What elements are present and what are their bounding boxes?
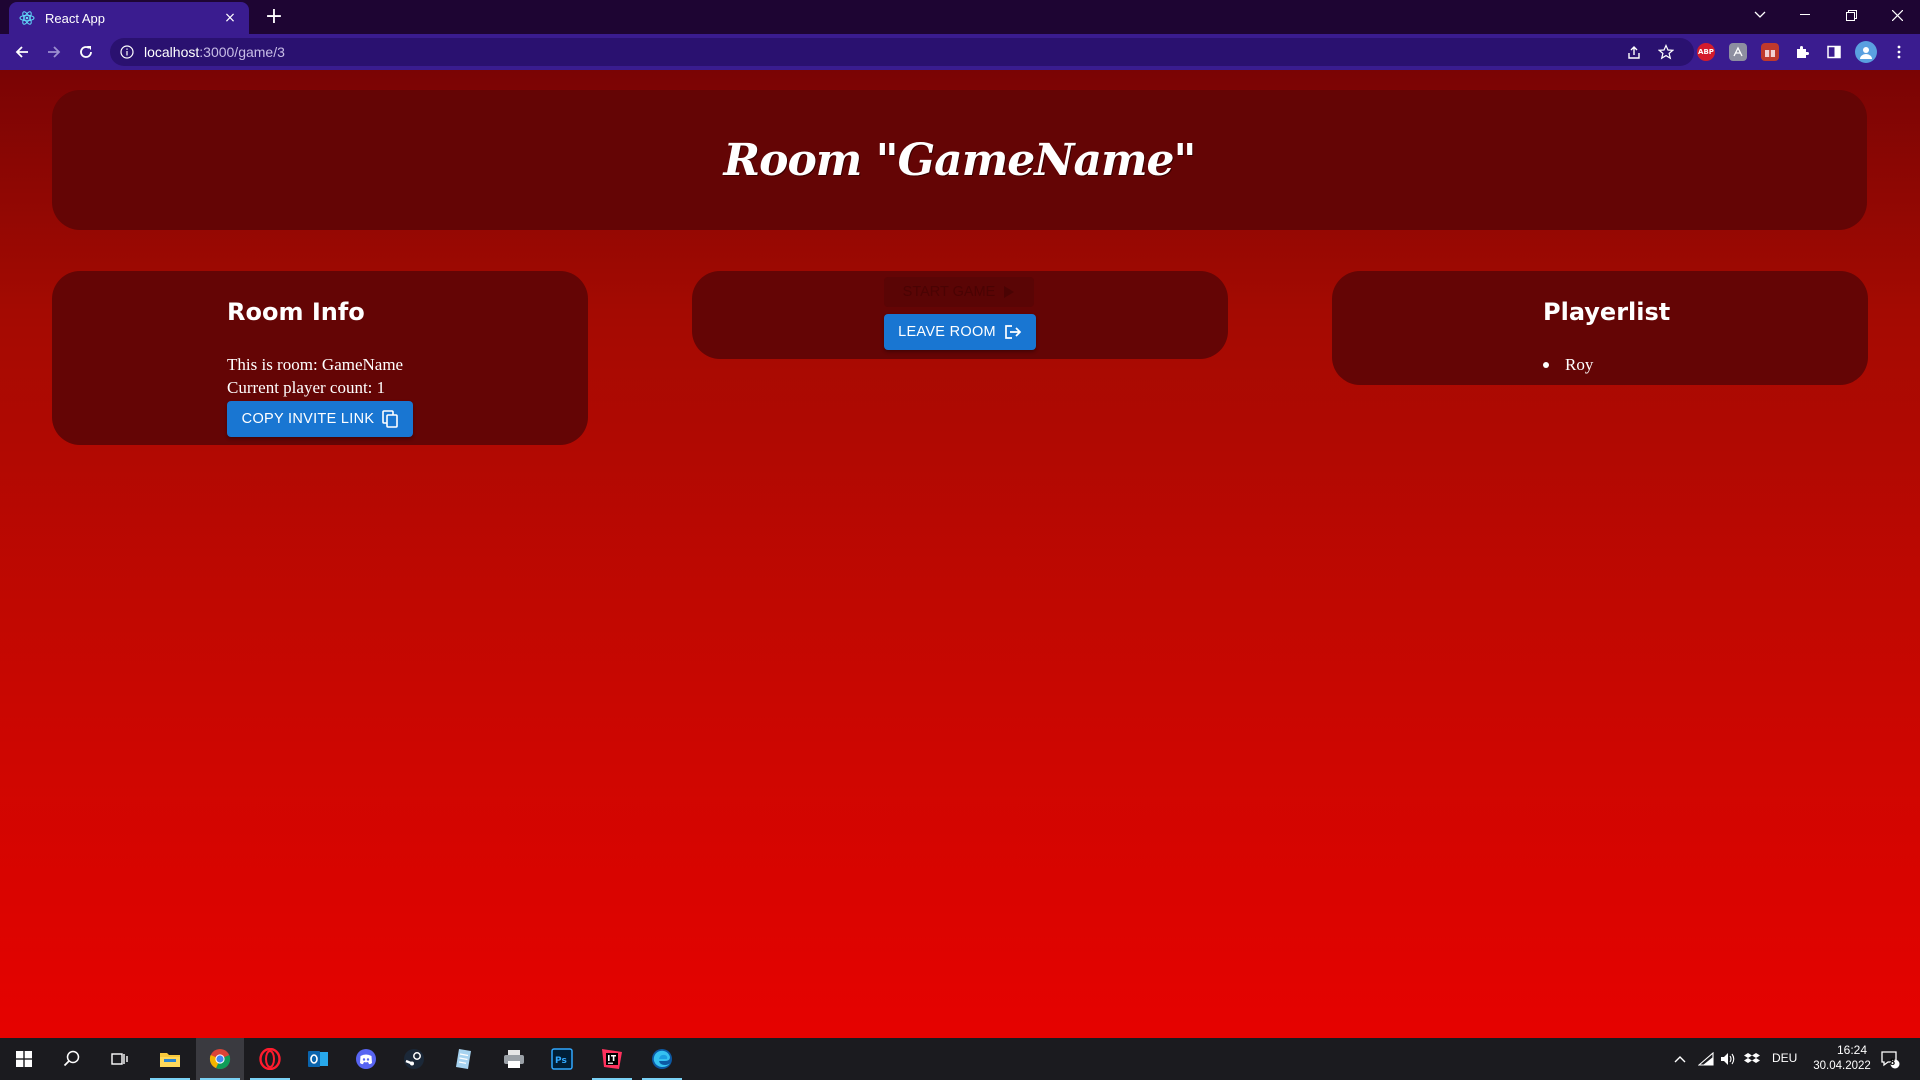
reload-icon[interactable] (72, 38, 100, 66)
windows-start-icon[interactable] (0, 1038, 48, 1080)
chrome-taskbar-icon[interactable] (196, 1038, 244, 1080)
start-game-label: START GAME (902, 284, 996, 300)
copy-invite-link-button[interactable]: COPY INVITE LINK (227, 401, 413, 437)
leave-room-label: LEAVE ROOM (898, 324, 996, 340)
copy-icon (382, 410, 399, 428)
gift-extension-icon[interactable] (1761, 43, 1779, 61)
notes-app-icon[interactable] (440, 1038, 488, 1080)
bookmark-star-icon[interactable] (1657, 43, 1675, 61)
forward-icon[interactable] (40, 38, 68, 66)
url-bar[interactable]: localhost:3000/game/3 (110, 38, 1694, 66)
discord-icon[interactable] (342, 1038, 390, 1080)
printer-app-icon[interactable] (490, 1038, 538, 1080)
tab-title: React App (45, 10, 105, 26)
player-count-text: Current player count: 1 (227, 378, 386, 397)
room-info-card: Room Info This is room: GameName Current… (52, 271, 588, 445)
dropbox-icon[interactable] (1740, 1038, 1764, 1080)
game-controls-card: START GAME LEAVE ROOM (692, 271, 1228, 359)
steam-icon[interactable] (390, 1038, 438, 1080)
side-panel-icon[interactable] (1825, 43, 1843, 61)
start-game-button[interactable]: START GAME (884, 277, 1034, 307)
header-card: Room "GameName" (52, 90, 1867, 230)
task-view-icon[interactable] (96, 1038, 144, 1080)
tab-search-icon[interactable] (1737, 0, 1783, 30)
extensions-puzzle-icon[interactable] (1793, 43, 1811, 61)
opera-icon[interactable] (246, 1038, 294, 1080)
back-icon[interactable] (8, 38, 36, 66)
url-path: :3000/game/3 (199, 44, 285, 60)
outlook-icon[interactable] (294, 1038, 342, 1080)
tray-overflow-icon[interactable] (1668, 1038, 1692, 1080)
network-icon[interactable] (1694, 1038, 1718, 1080)
play-icon (1003, 285, 1015, 299)
url-host: localhost (144, 44, 200, 60)
playerlist-heading: Playerlist (1543, 298, 1671, 326)
edge-icon[interactable] (638, 1038, 686, 1080)
logout-icon (1004, 324, 1022, 340)
new-tab-button[interactable]: + (260, 4, 288, 32)
leave-room-button[interactable]: LEAVE ROOM (884, 314, 1036, 350)
player-name: Roy (1565, 355, 1594, 374)
browser-tab-bar: React App × + (0, 0, 1920, 34)
search-icon[interactable] (48, 1038, 96, 1080)
copy-invite-link-label: COPY INVITE LINK (241, 411, 375, 427)
site-info-icon[interactable] (118, 43, 136, 61)
room-info-heading: Room Info (227, 298, 365, 326)
intellij-icon[interactable] (588, 1038, 636, 1080)
translate-extension-icon[interactable] (1729, 43, 1747, 61)
minimize-icon[interactable] (1782, 0, 1828, 30)
language-indicator[interactable]: DEU (1772, 1051, 1797, 1065)
notification-count: 8 (1890, 1057, 1896, 1067)
room-name-text: This is room: GameName (227, 355, 404, 374)
bullet-icon (1543, 362, 1549, 368)
volume-icon[interactable] (1716, 1038, 1740, 1080)
address-toolbar: localhost:3000/game/3 ABP (0, 34, 1920, 70)
clock-date[interactable]: 30.04.2022 (1806, 1060, 1878, 1072)
windows-taskbar: Ps DEU 16:24 30.04.2022 8 (0, 1038, 1920, 1080)
close-window-icon[interactable] (1874, 0, 1920, 30)
page-content: Room "GameName" Room Info This is room: … (0, 70, 1920, 1038)
adblock-extension-icon[interactable]: ABP (1697, 43, 1715, 61)
svg-text:Ps: Ps (555, 1056, 567, 1066)
browser-tab[interactable]: React App × (9, 2, 249, 34)
profile-avatar[interactable] (1855, 41, 1877, 63)
restore-icon[interactable] (1828, 0, 1874, 30)
photoshop-icon[interactable]: Ps (538, 1038, 586, 1080)
file-explorer-icon[interactable] (146, 1038, 194, 1080)
share-icon[interactable] (1625, 43, 1643, 61)
player-list-item: Roy (1543, 355, 1593, 375)
browser-menu-icon[interactable] (1890, 43, 1908, 61)
page-title: Room "GameName" (723, 134, 1197, 186)
playerlist-card: Playerlist Roy (1332, 271, 1868, 385)
react-icon (19, 10, 35, 26)
tab-close-icon[interactable]: × (221, 10, 239, 26)
notification-center-icon[interactable]: 8 (1872, 1038, 1908, 1080)
